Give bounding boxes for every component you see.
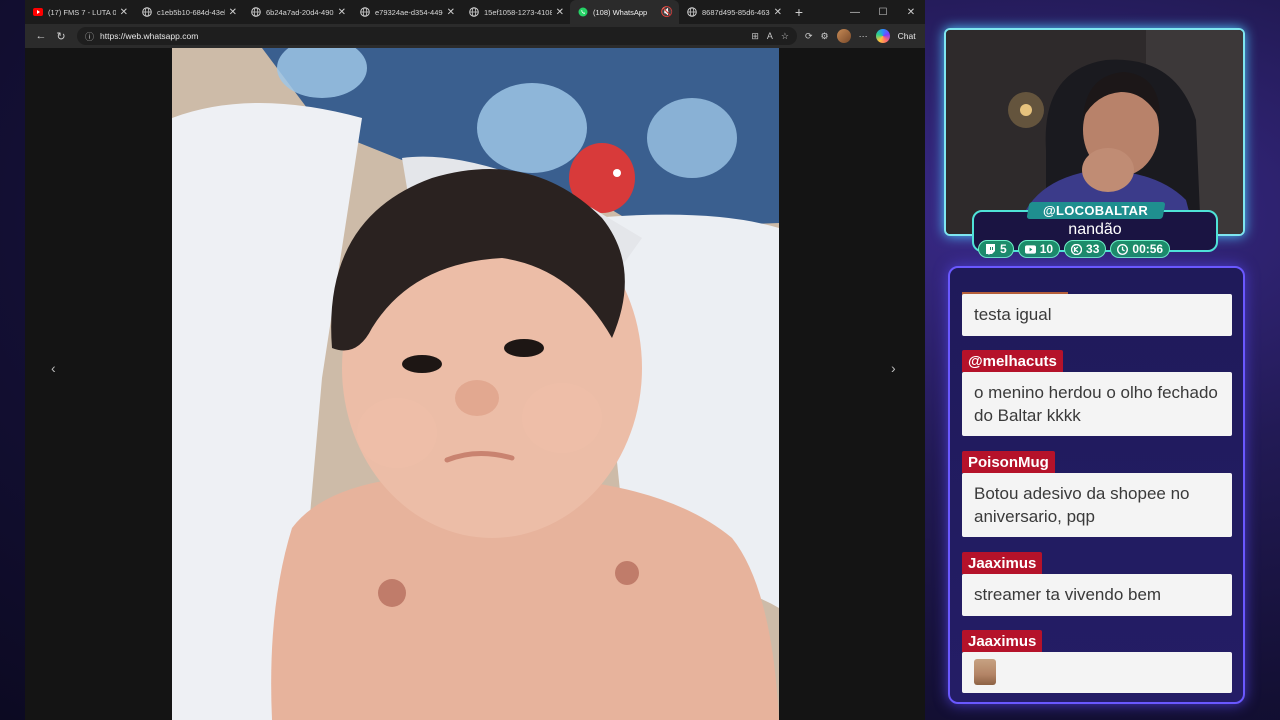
site-info-icon[interactable]: ⓘ bbox=[85, 30, 94, 43]
close-icon[interactable]: ✕ bbox=[229, 7, 237, 18]
url-text: https://web.whatsapp.com bbox=[100, 31, 199, 41]
streamer-name: nandão bbox=[1068, 221, 1122, 238]
youtube-icon bbox=[1024, 244, 1036, 255]
twitch-icon bbox=[985, 243, 996, 255]
youtube-icon bbox=[33, 7, 43, 17]
tab-youtube[interactable]: (17) FMS 7 - LUTA 09 ✕ bbox=[25, 0, 134, 24]
chat-message-text: testa igual bbox=[962, 294, 1232, 336]
stream-time: 00:56 bbox=[1132, 242, 1164, 256]
chat-message-text: o menino herdou o olho fechado do Baltar… bbox=[962, 372, 1232, 436]
globe-icon bbox=[687, 7, 697, 17]
copilot-icon[interactable] bbox=[875, 29, 890, 43]
copilot-chat-button[interactable]: Chat bbox=[898, 31, 916, 41]
browser-window: (17) FMS 7 - LUTA 09 ✕ c1eb5b10-684d-43e… bbox=[25, 0, 925, 720]
tab-page-5[interactable]: 15ef1058-1273-4108- ✕ bbox=[461, 0, 570, 24]
app-available-icon[interactable]: ⊞ bbox=[751, 31, 759, 42]
favorite-star-icon[interactable]: ☆ bbox=[781, 31, 789, 42]
more-menu-icon[interactable]: ⋯ bbox=[859, 31, 868, 42]
baby-photo bbox=[172, 48, 779, 720]
media-viewer: ‹ › bbox=[25, 48, 925, 720]
minimize-icon[interactable]: — bbox=[841, 0, 869, 24]
chat-message-text: Botou adesivo da shopee no aniversario, … bbox=[962, 473, 1232, 537]
close-icon[interactable]: ✕ bbox=[338, 7, 346, 18]
window-controls: — ☐ ✕ bbox=[841, 0, 925, 24]
close-icon[interactable]: ✕ bbox=[120, 7, 128, 18]
tab-title: c1eb5b10-684d-43eb- bbox=[157, 7, 225, 17]
stream-timer-badge: 00:56 bbox=[1110, 240, 1171, 258]
tab-bar: (17) FMS 7 - LUTA 09 ✕ c1eb5b10-684d-43e… bbox=[25, 0, 925, 24]
handle-text: @LOCOBALTAR bbox=[1043, 203, 1149, 218]
extensions-icon[interactable]: ⚙ bbox=[821, 31, 829, 42]
kick-icon bbox=[1071, 243, 1083, 255]
tab-whatsapp[interactable]: (108) WhatsApp 🔇 bbox=[570, 0, 679, 24]
maximize-icon[interactable]: ☐ bbox=[869, 0, 897, 24]
chat-username: Jaaximus bbox=[962, 630, 1043, 652]
tab-title: 15ef1058-1273-4108- bbox=[484, 7, 552, 17]
twitch-count: 5 bbox=[1000, 242, 1007, 256]
globe-icon bbox=[360, 7, 370, 17]
mute-icon[interactable]: 🔇 bbox=[661, 7, 673, 18]
close-window-icon[interactable]: ✕ bbox=[897, 0, 925, 24]
toolbar-right: ⟳ ⚙ ⋯ Chat bbox=[805, 29, 916, 43]
youtube-viewers-badge: 10 bbox=[1017, 240, 1061, 258]
read-aloud-icon[interactable]: A bbox=[767, 31, 773, 42]
globe-icon bbox=[469, 7, 479, 17]
close-icon[interactable]: ✕ bbox=[447, 7, 455, 18]
new-tab-button[interactable]: + bbox=[788, 4, 810, 20]
kick-viewers-badge: 33 bbox=[1064, 240, 1107, 258]
url-tools: ⊞ A ☆ bbox=[751, 31, 789, 42]
tab-page-4[interactable]: e79324ae-d354-449e- ✕ bbox=[352, 0, 461, 24]
reload-icon[interactable]: ↻ bbox=[51, 30, 71, 43]
tab-title: (17) FMS 7 - LUTA 09 bbox=[48, 7, 116, 17]
chat-message-emote bbox=[962, 652, 1232, 693]
tab-page-2[interactable]: c1eb5b10-684d-43eb- ✕ bbox=[134, 0, 243, 24]
url-field[interactable]: ⓘ https://web.whatsapp.com ⊞ A ☆ bbox=[77, 27, 797, 45]
chat-username: PoisonMug bbox=[962, 451, 1055, 473]
stream-stats: 5 10 33 00:56 bbox=[978, 240, 1171, 258]
tab-title: 8687d495-85d6-4636- bbox=[702, 7, 770, 17]
chat-message-text: streamer ta vivendo bem bbox=[962, 574, 1232, 616]
tab-title: 6b24a7ad-20d4-4902- bbox=[266, 7, 334, 17]
address-bar: ← ↻ ⓘ https://web.whatsapp.com ⊞ A ☆ ⟳ ⚙… bbox=[25, 24, 925, 48]
close-icon[interactable]: ✕ bbox=[556, 7, 564, 18]
kick-count: 33 bbox=[1086, 242, 1100, 256]
whatsapp-icon bbox=[578, 7, 588, 17]
face-emote-icon bbox=[974, 659, 996, 685]
back-icon[interactable]: ← bbox=[31, 30, 51, 42]
twitch-viewers-badge: 5 bbox=[978, 240, 1014, 258]
tab-title: (108) WhatsApp bbox=[593, 7, 648, 17]
tab-page-3[interactable]: 6b24a7ad-20d4-4902- ✕ bbox=[243, 0, 352, 24]
next-arrow-icon[interactable]: › bbox=[891, 360, 896, 376]
tab-page-7[interactable]: 8687d495-85d6-4636- ✕ bbox=[679, 0, 788, 24]
chat-username: @melhacuts bbox=[962, 350, 1063, 372]
baby-photo-illustration bbox=[172, 48, 779, 720]
tab-title: e79324ae-d354-449e- bbox=[375, 7, 443, 17]
previous-arrow-icon[interactable]: ‹ bbox=[51, 360, 56, 376]
youtube-count: 10 bbox=[1039, 242, 1054, 256]
globe-icon bbox=[251, 7, 261, 17]
globe-icon bbox=[142, 7, 152, 17]
chat-username: Jaaximus bbox=[962, 552, 1043, 574]
refresh-extension-icon[interactable]: ⟳ bbox=[805, 31, 813, 42]
clock-icon bbox=[1117, 243, 1129, 255]
streamer-handle: @LOCOBALTAR bbox=[1026, 202, 1166, 219]
close-icon[interactable]: ✕ bbox=[774, 7, 782, 18]
profile-avatar[interactable] bbox=[836, 29, 851, 43]
